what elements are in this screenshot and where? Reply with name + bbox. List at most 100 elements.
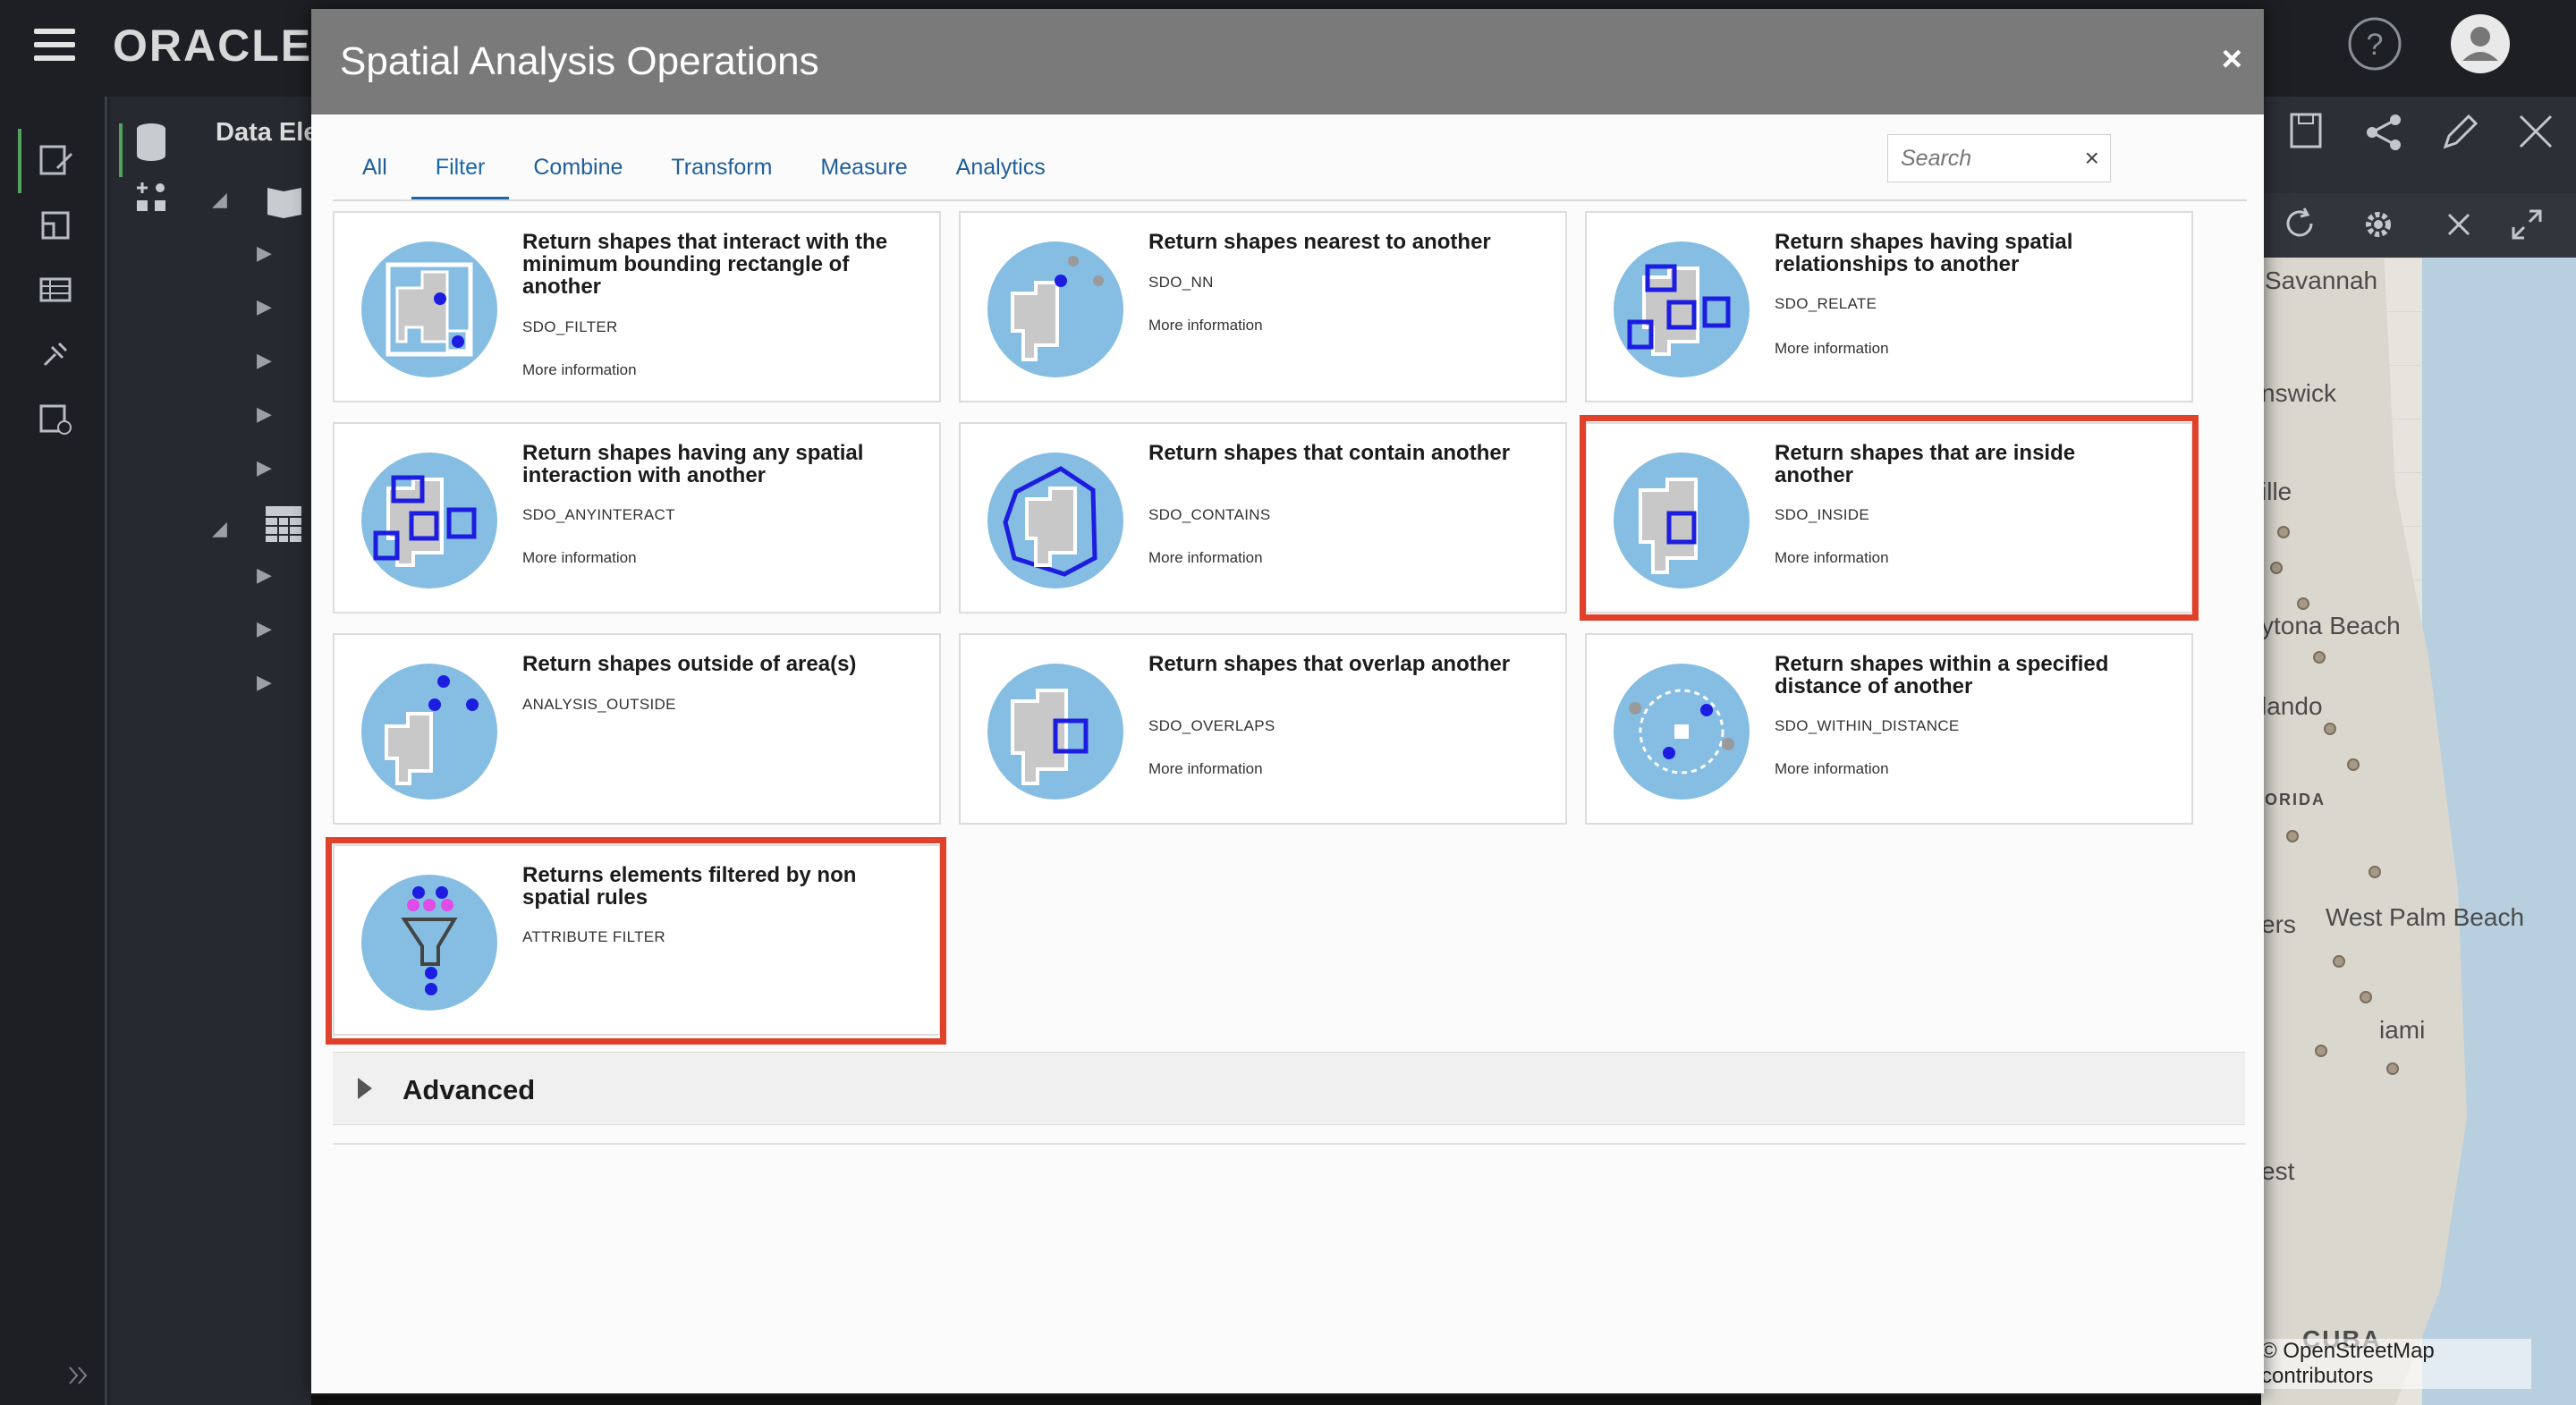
- tab-transform[interactable]: Transform: [647, 134, 796, 200]
- map-point[interactable]: [2386, 1062, 2399, 1075]
- operation-card-sdo-inside[interactable]: Return shapes that are inside another SD…: [1585, 422, 2193, 614]
- database-icon[interactable]: [133, 122, 169, 165]
- more-information-link[interactable]: More information: [1148, 549, 1263, 567]
- edit-pencil-icon[interactable]: [2440, 111, 2481, 152]
- operation-card-attribute-filter[interactable]: Returns elements filtered by non spatial…: [333, 844, 941, 1036]
- map-point[interactable]: [2315, 1045, 2327, 1057]
- advanced-section-toggle[interactable]: Advanced: [333, 1052, 2245, 1125]
- scheduler-icon[interactable]: [36, 399, 75, 438]
- tree-collapse-icon[interactable]: ◢: [212, 517, 227, 540]
- more-information-link[interactable]: More information: [1775, 340, 1889, 358]
- operation-card-analysis-outside[interactable]: Return shapes outside of area(s) ANALYSI…: [333, 633, 941, 825]
- tree-expand-icon[interactable]: ▶: [257, 295, 272, 318]
- card-code: ATTRIBUTE FILTER: [522, 928, 666, 945]
- tree-expand-icon[interactable]: ▶: [257, 241, 272, 265]
- refresh-icon[interactable]: [2281, 206, 2318, 243]
- more-information-link[interactable]: More information: [1148, 317, 1263, 334]
- close-canvas-icon[interactable]: [2517, 113, 2555, 150]
- plugin-icon[interactable]: [36, 334, 75, 374]
- help-icon[interactable]: ?: [2347, 16, 2402, 72]
- tree-expand-icon[interactable]: ▶: [257, 671, 272, 694]
- operation-card-sdo-nn[interactable]: Return shapes nearest to another SDO_NN …: [959, 211, 1567, 402]
- operation-card-sdo-within-distance[interactable]: Return shapes within a specified distanc…: [1585, 633, 2193, 825]
- canvas-toolbar: [2261, 97, 2576, 193]
- map-point[interactable]: [2347, 758, 2360, 771]
- map-point[interactable]: [2277, 526, 2290, 538]
- book-icon: [267, 188, 301, 218]
- layout-icon[interactable]: [36, 206, 75, 245]
- tree-expand-icon[interactable]: ▶: [257, 456, 272, 479]
- tree-expand-icon[interactable]: ▶: [257, 617, 272, 640]
- spatial-relate-icon: [1614, 241, 1750, 377]
- map-point[interactable]: [2368, 866, 2381, 878]
- card-code: SDO_ANYINTERACT: [522, 506, 675, 523]
- map-attribution: © OpenStreetMap contributors: [2261, 1339, 2531, 1389]
- left-navigation: [0, 97, 107, 1405]
- card-code: ANALYSIS_OUTSIDE: [522, 696, 676, 713]
- operation-card-sdo-contains[interactable]: Return shapes that contain another SDO_C…: [959, 422, 1567, 614]
- hamburger-menu-icon[interactable]: [34, 29, 75, 64]
- map-point[interactable]: [2324, 723, 2336, 735]
- close-icon[interactable]: ×: [2222, 41, 2242, 77]
- expand-sidebar-icon[interactable]: [64, 1362, 91, 1389]
- tree-expand-icon[interactable]: ▶: [257, 563, 272, 587]
- expand-triangle-icon: [358, 1078, 372, 1099]
- outside-icon: [361, 664, 497, 800]
- user-avatar-icon[interactable]: [2449, 13, 2512, 75]
- map-point[interactable]: [2286, 830, 2299, 842]
- clear-search-icon[interactable]: ×: [2085, 144, 2099, 173]
- close-map-icon[interactable]: [2445, 211, 2472, 238]
- tab-combine[interactable]: Combine: [509, 134, 647, 200]
- operation-card-sdo-relate[interactable]: Return shapes having spatial relationshi…: [1585, 211, 2193, 402]
- data-panel-accent: [119, 123, 123, 177]
- card-code: SDO_INSIDE: [1775, 506, 1869, 523]
- search-box: ×: [1887, 134, 2111, 182]
- tab-analytics[interactable]: Analytics: [932, 134, 1070, 200]
- card-code: SDO_OVERLAPS: [1148, 717, 1275, 734]
- map-point[interactable]: [2270, 562, 2283, 574]
- data-elements-panel: Data Ele ◢ ▶ ▶ ▶ ▶ ▶ ◢ ▶ ▶ ▶: [110, 97, 318, 1405]
- map-point[interactable]: [2360, 991, 2372, 1003]
- operation-card-sdo-overlaps[interactable]: Return shapes that overlap another SDO_O…: [959, 633, 1567, 825]
- operation-card-sdo-anyinteract[interactable]: Return shapes having any spatial interac…: [333, 422, 941, 614]
- map-visualization: Savannah nswick ille ytona Beach lando O…: [2261, 97, 2576, 1405]
- card-code: SDO_WITHIN_DISTANCE: [1775, 717, 1960, 734]
- card-title: Return shapes that interact with the min…: [522, 230, 888, 299]
- operation-card-sdo-filter[interactable]: Return shapes that interact with the min…: [333, 211, 941, 402]
- card-code: SDO_FILTER: [522, 318, 618, 335]
- maximize-icon[interactable]: [2510, 207, 2544, 241]
- more-information-link[interactable]: More information: [522, 361, 637, 379]
- tab-filter[interactable]: Filter: [411, 134, 510, 200]
- map-point[interactable]: [2313, 651, 2326, 664]
- map-point[interactable]: [2297, 597, 2309, 610]
- search-input[interactable]: [1888, 135, 2076, 182]
- more-information-link[interactable]: More information: [1148, 760, 1263, 778]
- map-point[interactable]: [2333, 955, 2345, 968]
- map-canvas[interactable]: Savannah nswick ille ytona Beach lando O…: [2261, 258, 2576, 1405]
- oracle-logo: ORACLE: [113, 21, 313, 71]
- tree-collapse-icon[interactable]: ◢: [212, 188, 227, 211]
- share-icon[interactable]: [2363, 111, 2406, 154]
- edit-project-icon[interactable]: [36, 141, 75, 181]
- card-code: SDO_RELATE: [1775, 295, 1877, 312]
- map-toolbar: [2261, 193, 2576, 258]
- tree-expand-icon[interactable]: ▶: [257, 349, 272, 372]
- tab-all[interactable]: All: [338, 134, 411, 200]
- more-information-link[interactable]: More information: [1775, 549, 1889, 567]
- advanced-divider: [333, 1143, 2245, 1145]
- add-dataset-icon[interactable]: [133, 179, 169, 215]
- card-title: Return shapes that overlap another: [1148, 652, 1511, 676]
- tabs-divider: [333, 199, 2247, 201]
- more-information-link[interactable]: More information: [522, 549, 637, 567]
- map-city-label: nswick: [2261, 379, 2337, 407]
- gear-icon[interactable]: [2360, 206, 2397, 243]
- spatial-analysis-dialog: Spatial Analysis Operations × All Filter…: [311, 9, 2264, 1393]
- card-title: Return shapes having spatial relationshi…: [1775, 230, 2073, 276]
- tree-expand-icon[interactable]: ▶: [257, 402, 272, 426]
- save-icon[interactable]: [2288, 111, 2329, 152]
- tab-measure[interactable]: Measure: [796, 134, 931, 200]
- map-city-label: West Palm Beach: [2326, 903, 2525, 931]
- more-information-link[interactable]: More information: [1775, 760, 1889, 778]
- table-icon[interactable]: [36, 270, 75, 309]
- card-code: SDO_CONTAINS: [1148, 506, 1271, 523]
